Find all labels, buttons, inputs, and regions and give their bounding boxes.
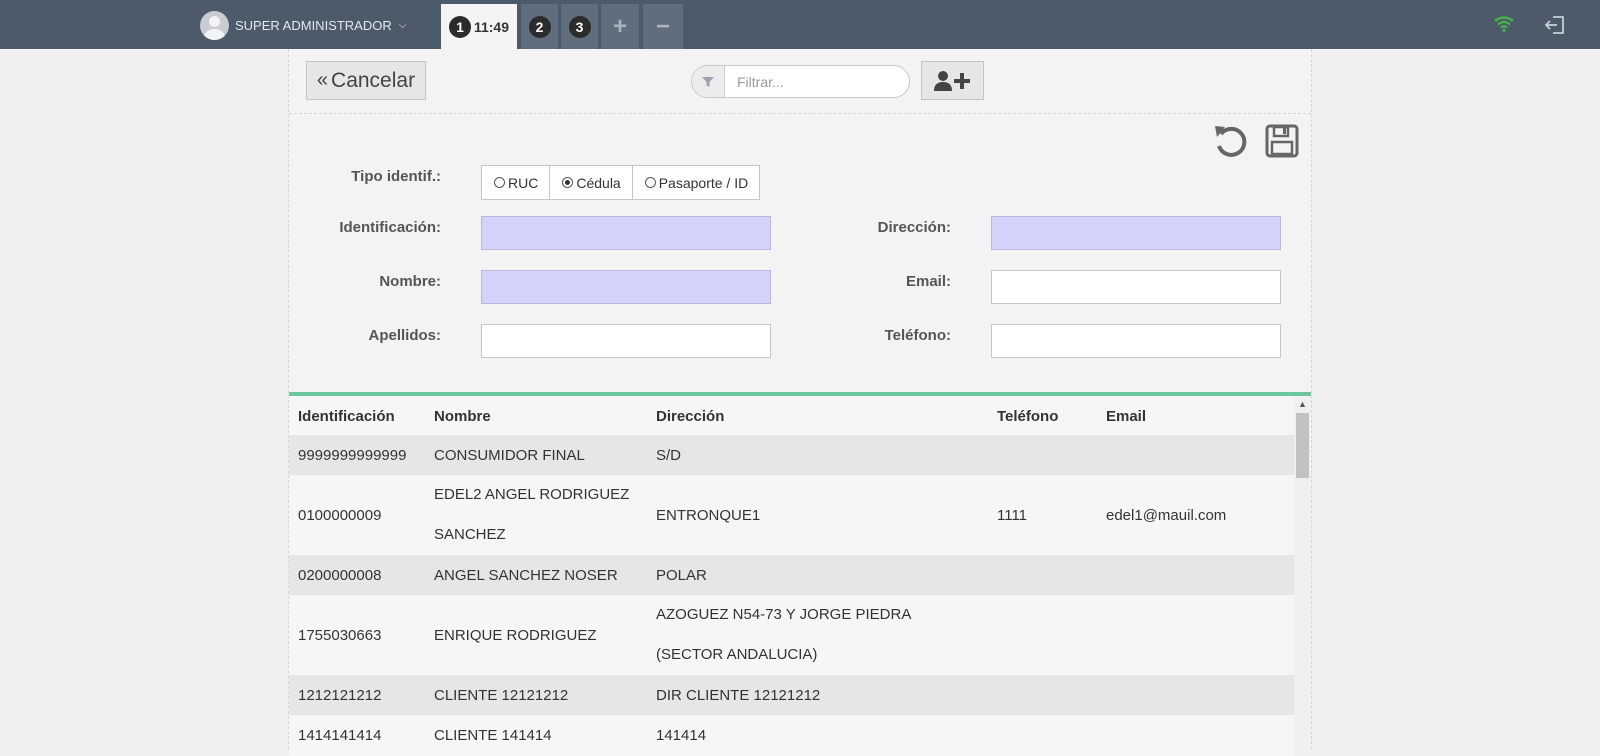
table-row[interactable]: 0200000008 ANGEL SANCHEZ NOSER POLAR [289,555,1294,595]
cell-nombre-line-1: EDEL2 ANGEL RODRIGUEZ [434,486,630,503]
tab-3[interactable]: 3 [561,4,598,49]
cell-telefono: 1111 [997,506,1028,524]
plus-icon: + [612,12,627,40]
cell-nombre: CLIENTE 12121212 [434,686,569,704]
header-email[interactable]: Email [1106,408,1146,425]
tab-2[interactable]: 2 [521,4,558,49]
filter-icon [692,66,725,97]
add-user-icon [933,70,970,91]
user-name: SUPER ADMINISTRADOR [235,17,392,33]
scroll-up-icon[interactable]: ▲ [1294,396,1311,412]
tab-1[interactable]: 1 11:49 [441,4,517,49]
clients-table: Identificación Nombre Dirección Teléfono… [289,392,1311,756]
tab-number: 1 [448,15,471,38]
table-row[interactable]: 0100000009 EDEL2 ANGEL RODRIGUEZ SANCHEZ… [289,475,1294,555]
avatar [200,10,229,40]
table-row[interactable]: 1414141414 CLIENTE 141414 141414 [289,715,1294,755]
cell-nombre: CLIENTE 141414 [434,726,552,744]
cell-direccion: POLAR [656,566,707,584]
filter-box [691,65,910,98]
tab-number: 3 [568,15,591,38]
add-tab-button[interactable]: + [601,4,639,49]
tipo-identif-radio-group: RUC Cédula Pasaporte / ID [481,165,761,200]
cell-nombre: ANGEL SANCHEZ NOSER [434,566,618,584]
apellidos-input[interactable] [481,324,771,358]
cell-direccion: S/D [656,446,682,464]
cell-direccion-line-1: AZOGUEZ N54-73 Y JORGE PIEDRA [656,606,912,623]
header-nombre[interactable]: Nombre [434,408,491,425]
double-chevron-left-icon: « [316,69,329,91]
apellidos-label: Apellidos: [368,327,441,344]
header-direccion[interactable]: Dirección [656,408,724,425]
radio-ruc[interactable]: RUC [482,166,551,199]
radio-on-icon [562,177,574,188]
radio-off-icon [644,177,656,188]
nombre-input[interactable] [481,270,771,304]
save-icon[interactable] [1265,124,1299,158]
radio-cedula[interactable]: Cédula [550,166,633,199]
chevron-down-icon: ⌵ [398,19,407,31]
email-input[interactable] [991,270,1281,304]
nombre-label: Nombre: [379,273,441,290]
table-header: Identificación Nombre Dirección Teléfono… [289,396,1294,435]
radio-label: Cédula [576,174,621,191]
wifi-icon [1494,16,1514,32]
radio-label: Pasaporte / ID [658,174,749,191]
cell-identificacion: 1755030663 [298,626,382,644]
remove-tab-button[interactable]: − [643,4,683,49]
table-row[interactable]: 1212121212 CLIENTE 12121212 DIR CLIENTE … [289,675,1294,715]
cell-nombre: ENRIQUE RODRIGUEZ [434,626,597,644]
telefono-label: Teléfono: [884,327,951,344]
user-menu[interactable]: SUPER ADMINISTRADOR ⌵ [200,10,407,40]
undo-icon[interactable] [1213,124,1249,158]
minus-icon: − [655,12,670,40]
tipo-identif-label: Tipo identif.: [351,168,441,185]
radio-label: RUC [508,174,539,191]
radio-pasaporte[interactable]: Pasaporte / ID [633,166,760,199]
header-identificacion[interactable]: Identificación [298,408,395,425]
cell-identificacion: 9999999999999 [298,446,407,464]
cell-direccion: DIR CLIENTE 12121212 [656,686,821,704]
table-row[interactable]: 1755030663 ENRIQUE RODRIGUEZ AZOGUEZ N54… [289,595,1294,675]
cell-identificacion: 1212121212 [298,686,382,704]
direccion-label: Dirección: [877,219,951,236]
client-panel: « Cancelar Tipo identif.: [288,49,1312,756]
cell-direccion: ENTRONQUE1 [656,506,761,524]
toolbar: « Cancelar [289,49,1311,114]
cancel-button[interactable]: « Cancelar [306,61,426,100]
cell-nombre: CONSUMIDOR FINAL [434,446,585,464]
cell-nombre-line-2: SANCHEZ [434,526,506,543]
tab-time: 11:49 [473,18,510,35]
identificacion-input[interactable] [481,216,771,250]
add-user-button[interactable] [921,61,984,100]
scroll-thumb[interactable] [1296,413,1309,478]
cell-email: edel1@mauil.com [1106,506,1227,524]
identificacion-label: Identificación: [339,219,441,236]
tab-number: 2 [528,15,551,38]
logout-icon[interactable] [1545,15,1565,35]
cell-identificacion: 0200000008 [298,566,382,584]
top-bar: SUPER ADMINISTRADOR ⌵ 1 11:49 2 3 + − [0,0,1600,49]
table-scrollbar[interactable]: ▲ [1294,396,1311,756]
cell-identificacion: 0100000009 [298,506,382,524]
cancel-label: Cancelar [331,68,416,92]
header-telefono[interactable]: Teléfono [997,408,1058,425]
table-row[interactable]: 9999999999999 CONSUMIDOR FINAL S/D [289,435,1294,475]
radio-off-icon [494,177,505,188]
direccion-input[interactable] [991,216,1281,250]
cell-direccion: 141414 [656,726,707,744]
cell-identificacion: 1414141414 [298,726,382,744]
email-label: Email: [905,273,951,290]
filter-input[interactable] [725,66,909,97]
telefono-input[interactable] [991,324,1281,358]
cell-direccion-line-2: (SECTOR ANDALUCIA) [656,646,818,663]
